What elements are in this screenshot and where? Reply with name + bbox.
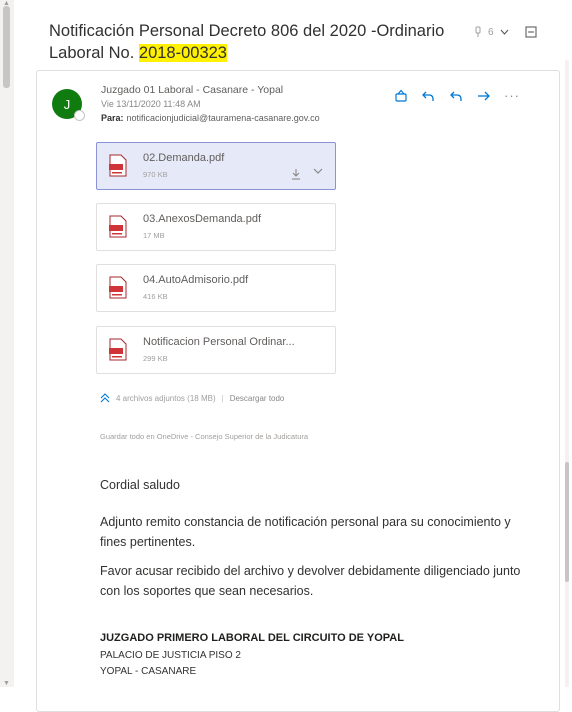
attachment-card[interactable]: Notificacion Personal Ordinar... 299 KB: [96, 326, 336, 374]
attachment-card[interactable]: 04.AutoAdmisorio.pdf 416 KB: [96, 264, 336, 312]
more-window-icon[interactable]: [525, 26, 537, 38]
pdf-icon: [109, 154, 127, 177]
reply-icon[interactable]: [421, 89, 435, 103]
pdf-icon: [109, 276, 127, 299]
attachment-size: 17 MB: [143, 231, 165, 240]
divider: |: [221, 393, 224, 403]
pdf-icon: [109, 338, 127, 361]
right-scrollbar[interactable]: [562, 60, 572, 687]
avatar[interactable]: J: [52, 89, 85, 121]
right-scrollbar-thumb[interactable]: [565, 462, 569, 582]
save-onedrive-link[interactable]: Guardar todo en OneDrive - Consejo Super…: [100, 432, 308, 441]
subject-line-1: Notificación Personal Decreto 806 del 20…: [49, 22, 445, 40]
attachment-card[interactable]: 02.Demanda.pdf 970 KB: [96, 142, 336, 190]
chevron-down-icon[interactable]: [313, 168, 323, 175]
attachment-name: 04.AutoAdmisorio.pdf: [143, 274, 249, 286]
sent-date: Vie 13/11/2020 11:48 AM: [101, 99, 201, 109]
recipient-address[interactable]: notificacionjudicial@tauramena-casanare.…: [127, 113, 320, 123]
to-label: Para:: [101, 113, 124, 123]
attachment-name: Notificacion Personal Ordinar...: [143, 336, 295, 348]
attachment-name: 03.AnexosDemanda.pdf: [143, 213, 262, 225]
signature-title: JUZGADO PRIMERO LABORAL DEL CIRCUITO DE …: [100, 632, 404, 644]
avatar-initial: J: [63, 96, 71, 112]
signature-line-3: YOPAL - CASANARE: [100, 666, 197, 677]
pdf-icon: [109, 215, 127, 238]
body-paragraph-2: Favor acusar recibido del archivo y devo…: [100, 564, 521, 598]
attachment-size: 970 KB: [143, 170, 168, 179]
subject-line-2: Laboral No.: [49, 44, 139, 62]
attachment-size: 416 KB: [143, 292, 168, 301]
message-actions: ···: [394, 88, 520, 103]
attachments-count: 4 archivos adjuntos (18 MB): [116, 393, 216, 403]
left-scrollbar[interactable]: ▲ ▼: [0, 0, 14, 687]
body-paragraph-1: Adjunto remito constancia de notificació…: [100, 515, 511, 549]
email-subject: Notificación Personal Decreto 806 del 20…: [49, 20, 449, 64]
pin-icon[interactable]: [474, 26, 482, 38]
download-all-link[interactable]: Descargar todo: [230, 394, 285, 403]
emoji-icon[interactable]: [394, 89, 408, 103]
subject-case-number: 2018-00323: [138, 44, 227, 62]
more-icon[interactable]: ···: [504, 88, 520, 103]
left-scrollbar-thumb[interactable]: [3, 6, 10, 88]
message-count: 6: [488, 26, 494, 38]
presence-indicator: [74, 110, 85, 121]
download-icon[interactable]: [291, 168, 301, 180]
recipient-line: Para: notificacionjudicial@tauramena-casa…: [101, 113, 320, 123]
greeting: Cordial saludo: [100, 478, 180, 492]
right-scrollbar-track[interactable]: [565, 60, 569, 687]
reply-all-icon[interactable]: [448, 89, 464, 103]
signature-line-2: PALACIO DE JUSTICIA PISO 2: [100, 650, 241, 661]
attachments-summary: 4 archivos adjuntos (18 MB) | Descargar …: [100, 393, 284, 403]
attachment-size: 299 KB: [143, 354, 168, 363]
attachment-card[interactable]: 03.AnexosDemanda.pdf 17 MB: [96, 203, 336, 251]
forward-icon[interactable]: [477, 89, 491, 103]
scroll-down-arrow[interactable]: ▼: [3, 680, 10, 687]
subject-actions: 6: [474, 26, 537, 38]
sender-name[interactable]: Juzgado 01 Laboral - Casanare - Yopal: [101, 84, 283, 96]
attachment-name: 02.Demanda.pdf: [143, 152, 225, 164]
collapse-icon[interactable]: [100, 393, 110, 403]
chevron-down-icon[interactable]: [500, 29, 509, 35]
